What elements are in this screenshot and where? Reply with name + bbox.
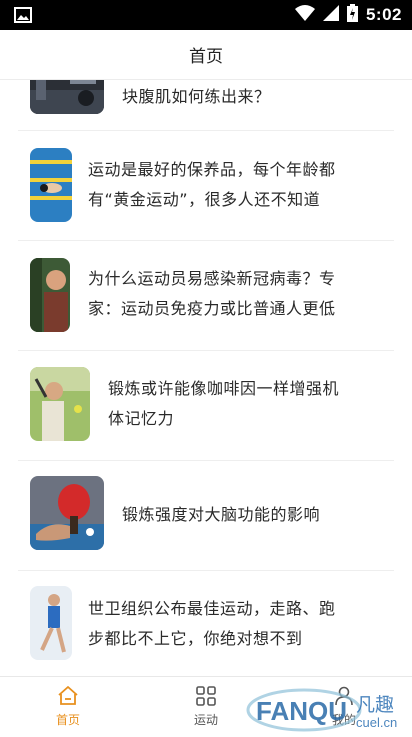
grid-icon [194, 684, 218, 708]
article-item[interactable]: 锻炼强度对大脑功能的影响 [18, 460, 394, 571]
article-thumbnail [30, 367, 90, 441]
battery-icon [346, 4, 358, 26]
watermark-logo: FANQU 凡趣 cuel.cn [244, 684, 412, 733]
clock: 5:02 [365, 5, 402, 24]
article-item[interactable]: 块腹肌如何练出来？ [18, 80, 394, 131]
svg-text:FANQU: FANQU [256, 696, 347, 726]
svg-text:凡趣: 凡趣 [356, 694, 394, 716]
article-title: 运动是最好的保养品，每个年龄都 有“黄金运动”，很多人还不知道 [88, 160, 336, 209]
article-item[interactable]: 锻炼或许能像咖啡因一样增强机 体记忆力 [18, 350, 394, 461]
article-item[interactable]: 为什么运动员易感染新冠病毒？专 家：运动员免疫力或比普通人更低 [18, 240, 394, 351]
wifi-icon [294, 5, 315, 25]
article-thumbnail [30, 148, 72, 222]
home-icon [56, 684, 80, 708]
article-item[interactable]: 运动是最好的保养品，每个年龄都 有“黄金运动”，很多人还不知道 [18, 130, 394, 241]
app-header: 首页 [0, 30, 412, 80]
signal-icon [322, 5, 339, 25]
article-title: 块腹肌如何练出来？ [122, 87, 271, 106]
nav-sport-label: 运动 [193, 713, 218, 727]
page-title: 首页 [189, 47, 223, 67]
article-thumbnail [30, 80, 104, 114]
nav-sport[interactable]: 运动 [161, 677, 251, 734]
svg-text:cuel.cn: cuel.cn [356, 715, 397, 730]
gallery-notification-icon [14, 7, 32, 27]
article-title: 锻炼强度对大脑功能的影响 [122, 505, 321, 524]
article-item[interactable]: 世卫组织公布最佳运动，走路、跑 步都比不上它，你绝对想不到 [18, 570, 394, 676]
article-thumbnail [30, 586, 72, 660]
article-title: 锻炼或许能像咖啡因一样增强机 体记忆力 [108, 379, 340, 428]
article-title: 为什么运动员易感染新冠病毒？专 家：运动员免疫力或比普通人更低 [88, 269, 336, 318]
article-thumbnail [30, 476, 104, 550]
nav-home-label: 首页 [55, 713, 80, 727]
article-feed[interactable]: 块腹肌如何练出来？ 运动是最好的保养品，每个年龄都 有“黄金运动”，很多人还不知… [0, 80, 412, 676]
status-bar: 5:02 [0, 0, 412, 30]
nav-home[interactable]: 首页 [23, 677, 113, 734]
article-title: 世卫组织公布最佳运动，走路、跑 步都比不上它，你绝对想不到 [88, 599, 336, 648]
article-thumbnail [30, 258, 70, 332]
